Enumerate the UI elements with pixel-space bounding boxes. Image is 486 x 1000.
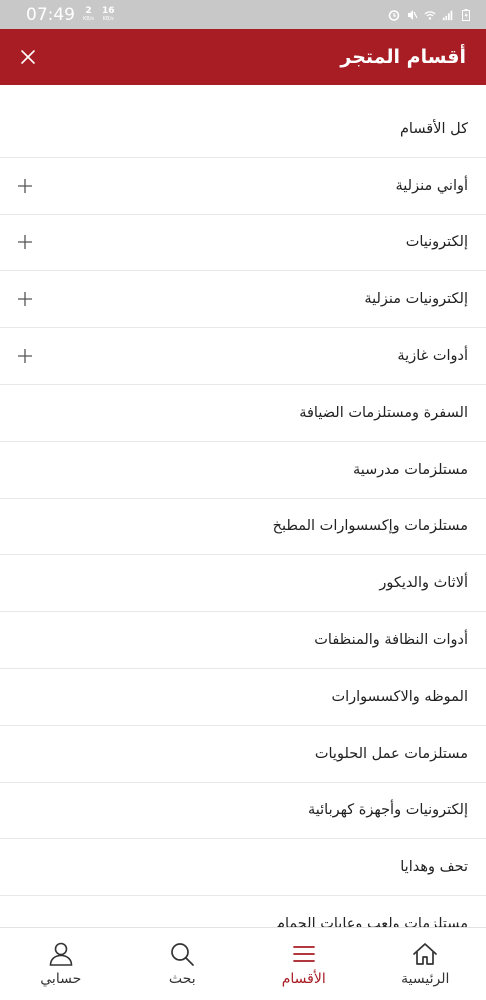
nav-categories[interactable]: الأقسام bbox=[243, 928, 365, 1000]
search-icon bbox=[171, 943, 195, 966]
bottom-nav: حسابي بحث الأقسام الرئيسية bbox=[0, 927, 486, 1000]
user-icon bbox=[49, 942, 73, 966]
wifi-icon bbox=[424, 10, 436, 20]
close-button[interactable] bbox=[18, 47, 38, 67]
nav-account[interactable]: حسابي bbox=[0, 928, 122, 1000]
battery-charging-icon bbox=[462, 8, 470, 21]
plus-icon[interactable] bbox=[17, 178, 33, 194]
speed-down-value: 16 bbox=[102, 5, 115, 16]
category-item[interactable]: ألاثاث والديكور bbox=[0, 555, 486, 613]
category-label: مستلزمات مدرسية bbox=[352, 461, 468, 478]
plus-icon[interactable] bbox=[17, 234, 33, 250]
plus-icon[interactable] bbox=[17, 348, 33, 364]
category-label: مستلزمات وإكسسوارات المطبخ bbox=[272, 518, 468, 535]
category-label: تحف وهدايا bbox=[400, 859, 468, 876]
category-item[interactable]: مستلزمات عمل الحلويات bbox=[0, 726, 486, 783]
category-label: أدوات النظافة والمنظفات bbox=[314, 632, 468, 649]
status-left: 07:49 2 KB/s 16 KB/s bbox=[26, 5, 115, 25]
category-label: السفرة ومستلزمات الضيافة bbox=[299, 404, 468, 421]
nav-account-label: حسابي bbox=[40, 971, 82, 987]
speed-up-value: 2 bbox=[85, 5, 92, 16]
mute-icon bbox=[408, 9, 418, 20]
category-item[interactable]: مستلزمات ولعب وعابات الحمام bbox=[0, 896, 486, 927]
page-title: أقسام المتجر bbox=[340, 46, 466, 68]
plus-icon[interactable] bbox=[17, 291, 33, 307]
category-label: إلكترونيات وأجهزة كهربائية bbox=[307, 802, 468, 819]
nav-search[interactable]: بحث bbox=[122, 928, 244, 1000]
category-label: الموظه والاكسسوارات bbox=[331, 688, 468, 705]
signal-icon bbox=[442, 10, 453, 20]
status-time: 07:49 bbox=[26, 4, 75, 25]
menu-icon bbox=[292, 946, 315, 962]
category-label: إلكترونيات منزلية bbox=[364, 291, 468, 308]
category-label: مستلزمات ولعب وعابات الحمام bbox=[276, 916, 468, 927]
speed-down-unit: KB/s bbox=[102, 15, 114, 22]
category-label: ألاثاث والديكور bbox=[379, 575, 468, 592]
header-bar: أقسام المتجر bbox=[0, 29, 486, 85]
speed-up-unit: KB/s bbox=[83, 15, 94, 22]
category-item[interactable]: مستلزمات وإكسسوارات المطبخ bbox=[0, 499, 486, 556]
category-item[interactable]: أدوات غازية bbox=[0, 328, 486, 385]
category-item[interactable]: إلكترونيات وأجهزة كهربائية bbox=[0, 783, 486, 840]
network-speed-down: 16 KB/s bbox=[102, 5, 115, 23]
category-item[interactable]: السفرة ومستلزمات الضيافة bbox=[0, 385, 486, 442]
nav-search-label: بحث bbox=[168, 971, 196, 987]
category-item[interactable]: أدوات النظافة والمنظفات bbox=[0, 612, 486, 669]
category-label: كل الأقسام bbox=[399, 120, 468, 137]
category-item[interactable]: تحف وهدايا bbox=[0, 839, 486, 897]
category-item[interactable]: أواني منزلية bbox=[0, 158, 486, 215]
category-item[interactable]: كل الأقسام bbox=[0, 101, 486, 158]
alarm-icon bbox=[388, 9, 400, 21]
category-label: إلكترونيات bbox=[405, 234, 468, 251]
home-icon bbox=[413, 943, 438, 965]
category-list: كل الأقسام أواني منزلية إلكترونيات إلكتروني… bbox=[0, 101, 486, 927]
category-item[interactable]: إلكترونيات bbox=[0, 215, 486, 272]
nav-home[interactable]: الرئيسية bbox=[365, 928, 486, 1000]
nav-categories-label: الأقسام bbox=[281, 971, 326, 987]
nav-home-label: الرئيسية bbox=[401, 971, 450, 987]
category-label: مستلزمات عمل الحلويات bbox=[314, 745, 468, 762]
network-speed-up: 2 KB/s bbox=[83, 5, 94, 23]
category-item[interactable]: إلكترونيات منزلية bbox=[0, 271, 486, 329]
category-label: أواني منزلية bbox=[395, 177, 469, 194]
category-item[interactable]: مستلزمات مدرسية bbox=[0, 442, 486, 499]
close-icon bbox=[21, 50, 35, 64]
status-icons bbox=[388, 8, 472, 21]
category-label: أدوات غازية bbox=[397, 348, 468, 365]
status-bar: 07:49 2 KB/s 16 KB/s bbox=[0, 0, 486, 29]
category-item[interactable]: الموظه والاكسسوارات bbox=[0, 669, 486, 726]
